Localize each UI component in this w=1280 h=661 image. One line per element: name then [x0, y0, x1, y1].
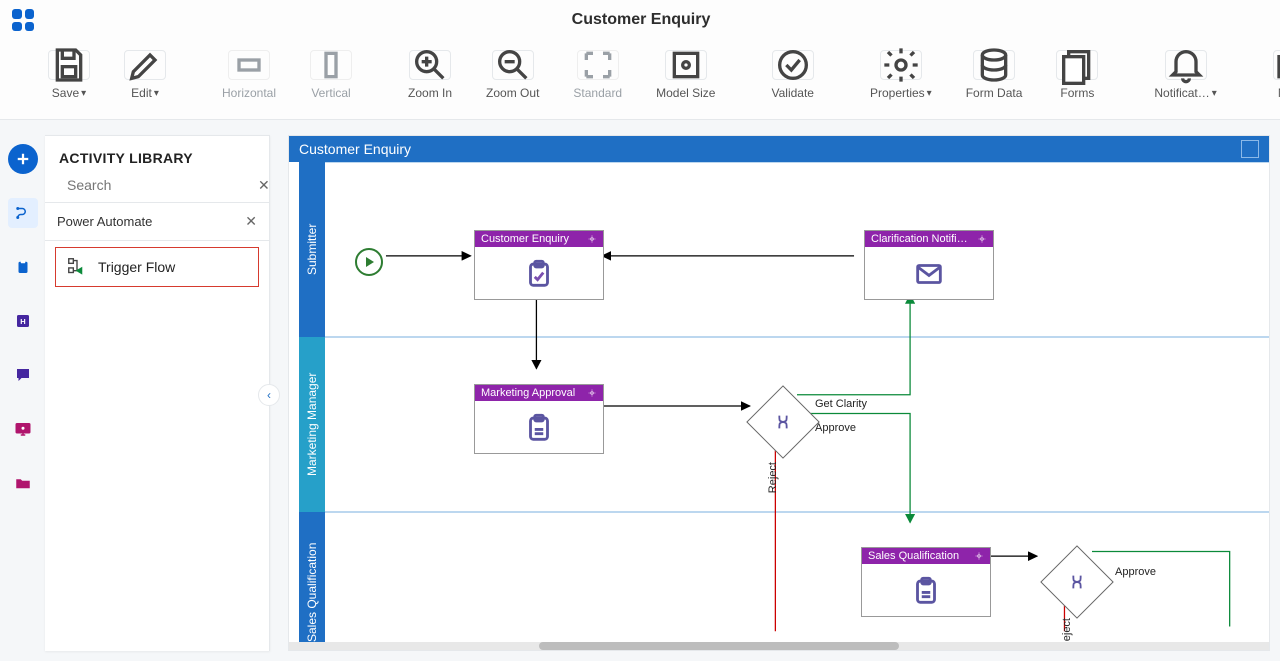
gear-icon[interactable]	[587, 234, 597, 244]
flow-tab-icon[interactable]	[8, 198, 38, 228]
zoom-out-button[interactable]: Zoom Out	[478, 46, 547, 104]
validate-button[interactable]: Validate	[763, 46, 821, 104]
folder-icon	[1273, 50, 1280, 80]
toolbar: Save▾ Edit▾ Horizontal Vertical Zoom In …	[0, 40, 1280, 120]
properties-button[interactable]: Properties▾	[862, 46, 940, 104]
folder-tab-icon[interactable]	[8, 468, 38, 498]
horizontal-button: Horizontal	[214, 46, 284, 104]
chevron-down-icon: ▾	[927, 88, 932, 99]
node-marketing-approval[interactable]: Marketing Approval	[474, 384, 604, 454]
forms-icon	[1056, 50, 1098, 80]
node-sales-qualification[interactable]: Sales Qualification	[861, 547, 991, 617]
expand-canvas-icon[interactable]	[1241, 140, 1259, 158]
gear-icon[interactable]	[977, 234, 987, 244]
library-item-trigger-flow[interactable]: Trigger Flow	[55, 247, 259, 287]
bell-icon	[1165, 50, 1207, 80]
horizontal-scrollbar[interactable]	[289, 642, 1269, 650]
edit-icon	[124, 50, 166, 80]
misc-button[interactable]: Misc▾	[1265, 46, 1280, 104]
edit-button[interactable]: Edit▾	[116, 46, 174, 104]
gear-icon[interactable]	[587, 388, 597, 398]
save-button[interactable]: Save▾	[40, 46, 98, 104]
mail-icon	[912, 257, 946, 291]
page-title: Customer Enquiry	[34, 11, 1248, 29]
edge-label-get-clarity: Get Clarity	[815, 398, 867, 410]
lane-sales[interactable]	[325, 512, 1269, 651]
monitor-tab-icon[interactable]	[8, 414, 38, 444]
icon-rail: H	[0, 120, 45, 661]
clipboard-icon	[522, 411, 556, 445]
add-button[interactable]	[8, 144, 38, 174]
node-customer-enquiry[interactable]: Customer Enquiry	[474, 230, 604, 300]
chevron-down-icon: ▾	[1212, 88, 1217, 99]
clear-search-icon[interactable]: ✕	[258, 177, 270, 194]
start-event[interactable]	[355, 248, 383, 276]
edge-label-approve: Approve	[815, 422, 856, 434]
trigger-flow-icon	[66, 256, 88, 278]
header-tab-icon[interactable]: H	[8, 306, 38, 336]
svg-text:H: H	[20, 317, 25, 326]
lane-label-marketing: Marketing Manager	[299, 337, 325, 512]
clipboard-check-icon	[522, 257, 556, 291]
model-size-button[interactable]: Model Size	[648, 46, 723, 104]
app-grid-icon[interactable]	[12, 9, 34, 31]
chat-tab-icon[interactable]	[8, 360, 38, 390]
edge-label-reject: Reject	[767, 462, 779, 493]
vertical-icon	[310, 50, 352, 80]
model-size-icon	[665, 50, 707, 80]
chevron-down-icon: ▾	[154, 88, 159, 99]
zoom-standard-button: Standard	[565, 46, 630, 104]
chevron-down-icon: ▾	[81, 88, 86, 99]
gear-icon[interactable]	[974, 551, 984, 561]
zoom-in-button[interactable]: Zoom In	[400, 46, 460, 104]
form-data-button[interactable]: Form Data	[958, 46, 1031, 104]
lane-submitter[interactable]	[325, 162, 1269, 337]
canvas-title-bar: Customer Enquiry	[289, 136, 1269, 162]
lane-label-submitter: Submitter	[299, 162, 325, 337]
database-icon	[973, 50, 1015, 80]
forms-button[interactable]: Forms	[1048, 46, 1106, 104]
zoom-in-icon	[409, 50, 451, 80]
zoom-standard-icon	[577, 50, 619, 80]
process-canvas[interactable]: Customer Enquiry Submitter Marketing Man…	[288, 135, 1270, 651]
notifications-button[interactable]: Notificat…▾	[1146, 46, 1224, 104]
gear-icon	[880, 50, 922, 80]
save-icon	[48, 50, 90, 80]
library-section-header[interactable]: Power Automate ✕	[45, 203, 269, 241]
library-header: ACTIVITY LIBRARY	[45, 136, 269, 176]
search-input[interactable]	[65, 176, 250, 194]
node-clarification[interactable]: Clarification Notifi…	[864, 230, 994, 300]
clipboard-tab-icon[interactable]	[8, 252, 38, 282]
lane-label-sales: Sales Qualification	[299, 512, 325, 651]
zoom-out-icon	[492, 50, 534, 80]
clipboard-icon	[909, 574, 943, 608]
validate-icon	[772, 50, 814, 80]
collapse-section-icon[interactable]: ✕	[245, 213, 257, 230]
vertical-button: Vertical	[302, 46, 360, 104]
collapse-panel-button[interactable]: ‹	[258, 384, 280, 406]
edge-label-approve-2: Approve	[1115, 566, 1156, 578]
activity-library-panel: ACTIVITY LIBRARY ✕ Power Automate ✕ Trig…	[45, 135, 270, 651]
horizontal-icon	[228, 50, 270, 80]
